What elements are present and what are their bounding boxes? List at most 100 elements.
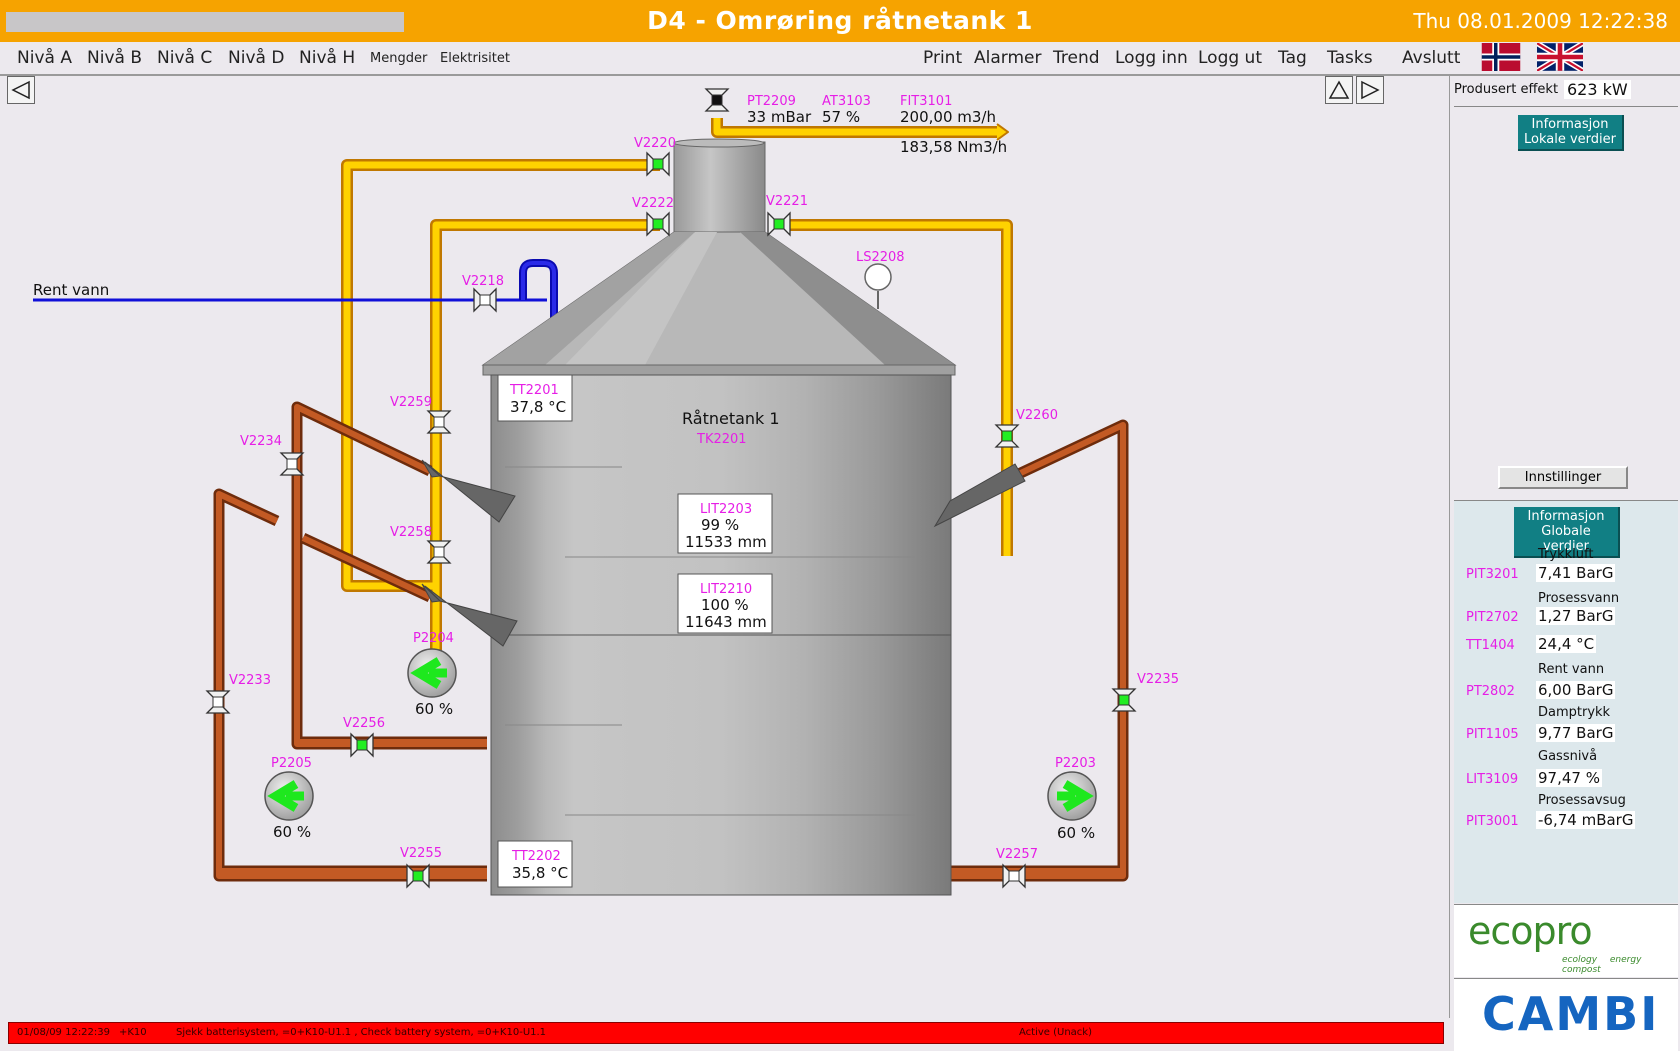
- p2204-tag: P2204: [413, 631, 454, 646]
- valve-label-v2233: V2233: [229, 673, 271, 688]
- cambi-logo: CAMBI: [1454, 978, 1678, 1051]
- water-line-label: Rent vann: [33, 281, 109, 299]
- valve-label-v2220: V2220: [634, 136, 676, 151]
- menu-niva-a[interactable]: Nivå A: [17, 48, 72, 68]
- global-value-pit2702: 1,27 BarG: [1536, 607, 1616, 625]
- valve-label-v2218: V2218: [462, 274, 504, 289]
- menu-niva-b[interactable]: Nivå B: [87, 48, 142, 68]
- menu-avslutt[interactable]: Avslutt: [1402, 48, 1460, 68]
- valve-label-v2235: V2235: [1137, 672, 1179, 687]
- pt2209-value: 33 mBar: [747, 108, 812, 126]
- lit2210-mm: 11643 mm: [685, 613, 767, 631]
- valve-label-v2234: V2234: [240, 434, 282, 449]
- ecopro-wordmark: ecopro: [1468, 909, 1593, 953]
- menu-mengder[interactable]: Mengder: [370, 51, 427, 66]
- valve-v2222[interactable]: [646, 211, 670, 237]
- global-tag-pit3201: PIT3201: [1466, 567, 1519, 582]
- fit3101-tag: FIT3101: [900, 94, 952, 109]
- tt2202-tag: TT2202: [511, 849, 561, 864]
- settings-button[interactable]: Innstillinger: [1498, 466, 1628, 489]
- tank-name: Råtnetank 1: [682, 409, 780, 428]
- menu-niva-c[interactable]: Nivå C: [157, 48, 212, 68]
- global-title-damptrykk: Damptrykk: [1538, 705, 1611, 720]
- local-values-button[interactable]: Informasjon Lokale verdier: [1518, 115, 1624, 151]
- menu-bar: Nivå A Nivå B Nivå C Nivå D Nivå H Mengd…: [0, 42, 1680, 76]
- global-tag-pt2802: PT2802: [1466, 684, 1515, 699]
- valve-v2220[interactable]: [646, 151, 670, 177]
- valve-v2235[interactable]: [1111, 688, 1137, 712]
- at3103-tag: AT3103: [822, 94, 871, 109]
- lit2203-percent: 99 %: [701, 516, 739, 534]
- global-title-prosessavsug: Prosessavsug: [1538, 793, 1626, 808]
- menu-logg-inn[interactable]: Logg inn: [1115, 48, 1188, 68]
- alarm-state: Active (Unack): [1019, 1027, 1092, 1038]
- menu-logg-ut[interactable]: Logg ut: [1198, 48, 1262, 68]
- global-value-pit3201: 7,41 BarG: [1536, 564, 1616, 582]
- alarm-bar[interactable]: 01/08/09 12:22:39 +K10 Sjekk batterisyst…: [8, 1022, 1444, 1044]
- tt2201-box[interactable]: TT2201 37,8 °C: [497, 374, 573, 422]
- valve-label-v2259: V2259: [390, 395, 432, 410]
- tank-tag: TK2201: [696, 432, 747, 447]
- global-tag-lit3109: LIT3109: [1466, 772, 1519, 787]
- global-value-pit1105: 9,77 BarG: [1536, 724, 1616, 742]
- menu-elektrisitet[interactable]: Elektrisitet: [440, 51, 510, 66]
- global-values-panel: Informasjon Globale verdier Trykkluft PI…: [1454, 500, 1678, 903]
- valve-label-v2255: V2255: [400, 846, 442, 861]
- lit2210-percent: 100 %: [701, 596, 749, 614]
- global-tag-pit2702: PIT2702: [1466, 610, 1519, 625]
- lit2210-box[interactable]: LIT2210 100 % 11643 mm: [677, 573, 773, 634]
- at3103-value: 57 %: [822, 108, 860, 126]
- level-switch-ls2208: [864, 263, 892, 309]
- global-title-prosessvann: Prosessvann: [1538, 591, 1620, 606]
- produced-power-label: Produsert effekt: [1454, 82, 1559, 97]
- clock: Thu 08.01.2009 12:22:38: [1413, 9, 1668, 33]
- global-title-gassniva: Gassnivå: [1538, 749, 1598, 764]
- alarm-text: Sjekk batterisystem, =0+K10-U1.1 , Check…: [176, 1027, 547, 1038]
- menu-print[interactable]: Print: [923, 48, 962, 68]
- pt2209-tag: PT2209: [747, 94, 796, 109]
- pump-p2203[interactable]: [1047, 771, 1097, 821]
- right-panel: Produsert effekt 623 kW Informasjon Loka…: [1452, 76, 1680, 1051]
- alarm-time: 01/08/09 12:22:39: [17, 1027, 111, 1038]
- global-title-trykkluft: Trykkluft: [1538, 547, 1594, 562]
- valve-gas-outlet[interactable]: [704, 88, 730, 112]
- lit2203-tag: LIT2203: [700, 502, 752, 517]
- global-value-lit3109: 97,47 %: [1536, 769, 1602, 787]
- tt2201-tag: TT2201: [509, 383, 559, 398]
- local-values-panel: Informasjon Lokale verdier Innstillinger: [1454, 106, 1678, 497]
- pump-p2205[interactable]: [264, 771, 314, 821]
- valve-label-v2221: V2221: [766, 194, 808, 209]
- p2205-speed: 60 %: [273, 823, 311, 841]
- fit3101-normal-value: 183,58 Nm3/h: [900, 138, 1007, 156]
- pump-p2204[interactable]: [407, 648, 457, 698]
- menu-niva-d[interactable]: Nivå D: [228, 48, 284, 68]
- tt2202-value: 35,8 °C: [512, 864, 568, 882]
- global-tag-tt1404: TT1404: [1466, 638, 1515, 653]
- valve-v2218[interactable]: [473, 287, 497, 313]
- tt2201-value: 37,8 °C: [510, 398, 566, 416]
- global-value-tt1404: 24,4 °C: [1536, 635, 1597, 653]
- p2203-speed: 60 %: [1057, 824, 1095, 842]
- menu-tag[interactable]: Tag: [1278, 48, 1307, 68]
- ecopro-logo: ecopro ecology energy compost: [1454, 904, 1678, 977]
- norwegian-flag-icon[interactable]: [1478, 43, 1524, 71]
- global-title-rent-vann: Rent vann: [1538, 662, 1605, 677]
- global-value-pit3001: -6,74 mBarG: [1536, 811, 1636, 829]
- fit3101-value: 200,00 m3/h: [900, 108, 996, 126]
- valve-v2221[interactable]: [767, 211, 791, 237]
- produced-power-value: 623 kW: [1564, 80, 1631, 99]
- valve-label-v2256: V2256: [343, 716, 385, 731]
- british-flag-icon[interactable]: [1537, 43, 1583, 71]
- menu-niva-h[interactable]: Nivå H: [299, 48, 355, 68]
- menu-alarmer[interactable]: Alarmer: [974, 48, 1041, 68]
- p2204-speed: 60 %: [415, 700, 453, 718]
- cambi-wordmark: CAMBI: [1482, 987, 1660, 1041]
- menu-trend[interactable]: Trend: [1053, 48, 1100, 68]
- valve-label-v2258: V2258: [390, 525, 432, 540]
- valve-label-v2257: V2257: [996, 847, 1038, 862]
- menu-tasks[interactable]: Tasks: [1327, 48, 1373, 68]
- tt2202-box[interactable]: TT2202 35,8 °C: [497, 840, 573, 888]
- valve-v2260[interactable]: [994, 424, 1020, 448]
- lit2203-box[interactable]: LIT2203 99 % 11533 mm: [677, 493, 773, 554]
- valve-v2233[interactable]: [205, 690, 231, 714]
